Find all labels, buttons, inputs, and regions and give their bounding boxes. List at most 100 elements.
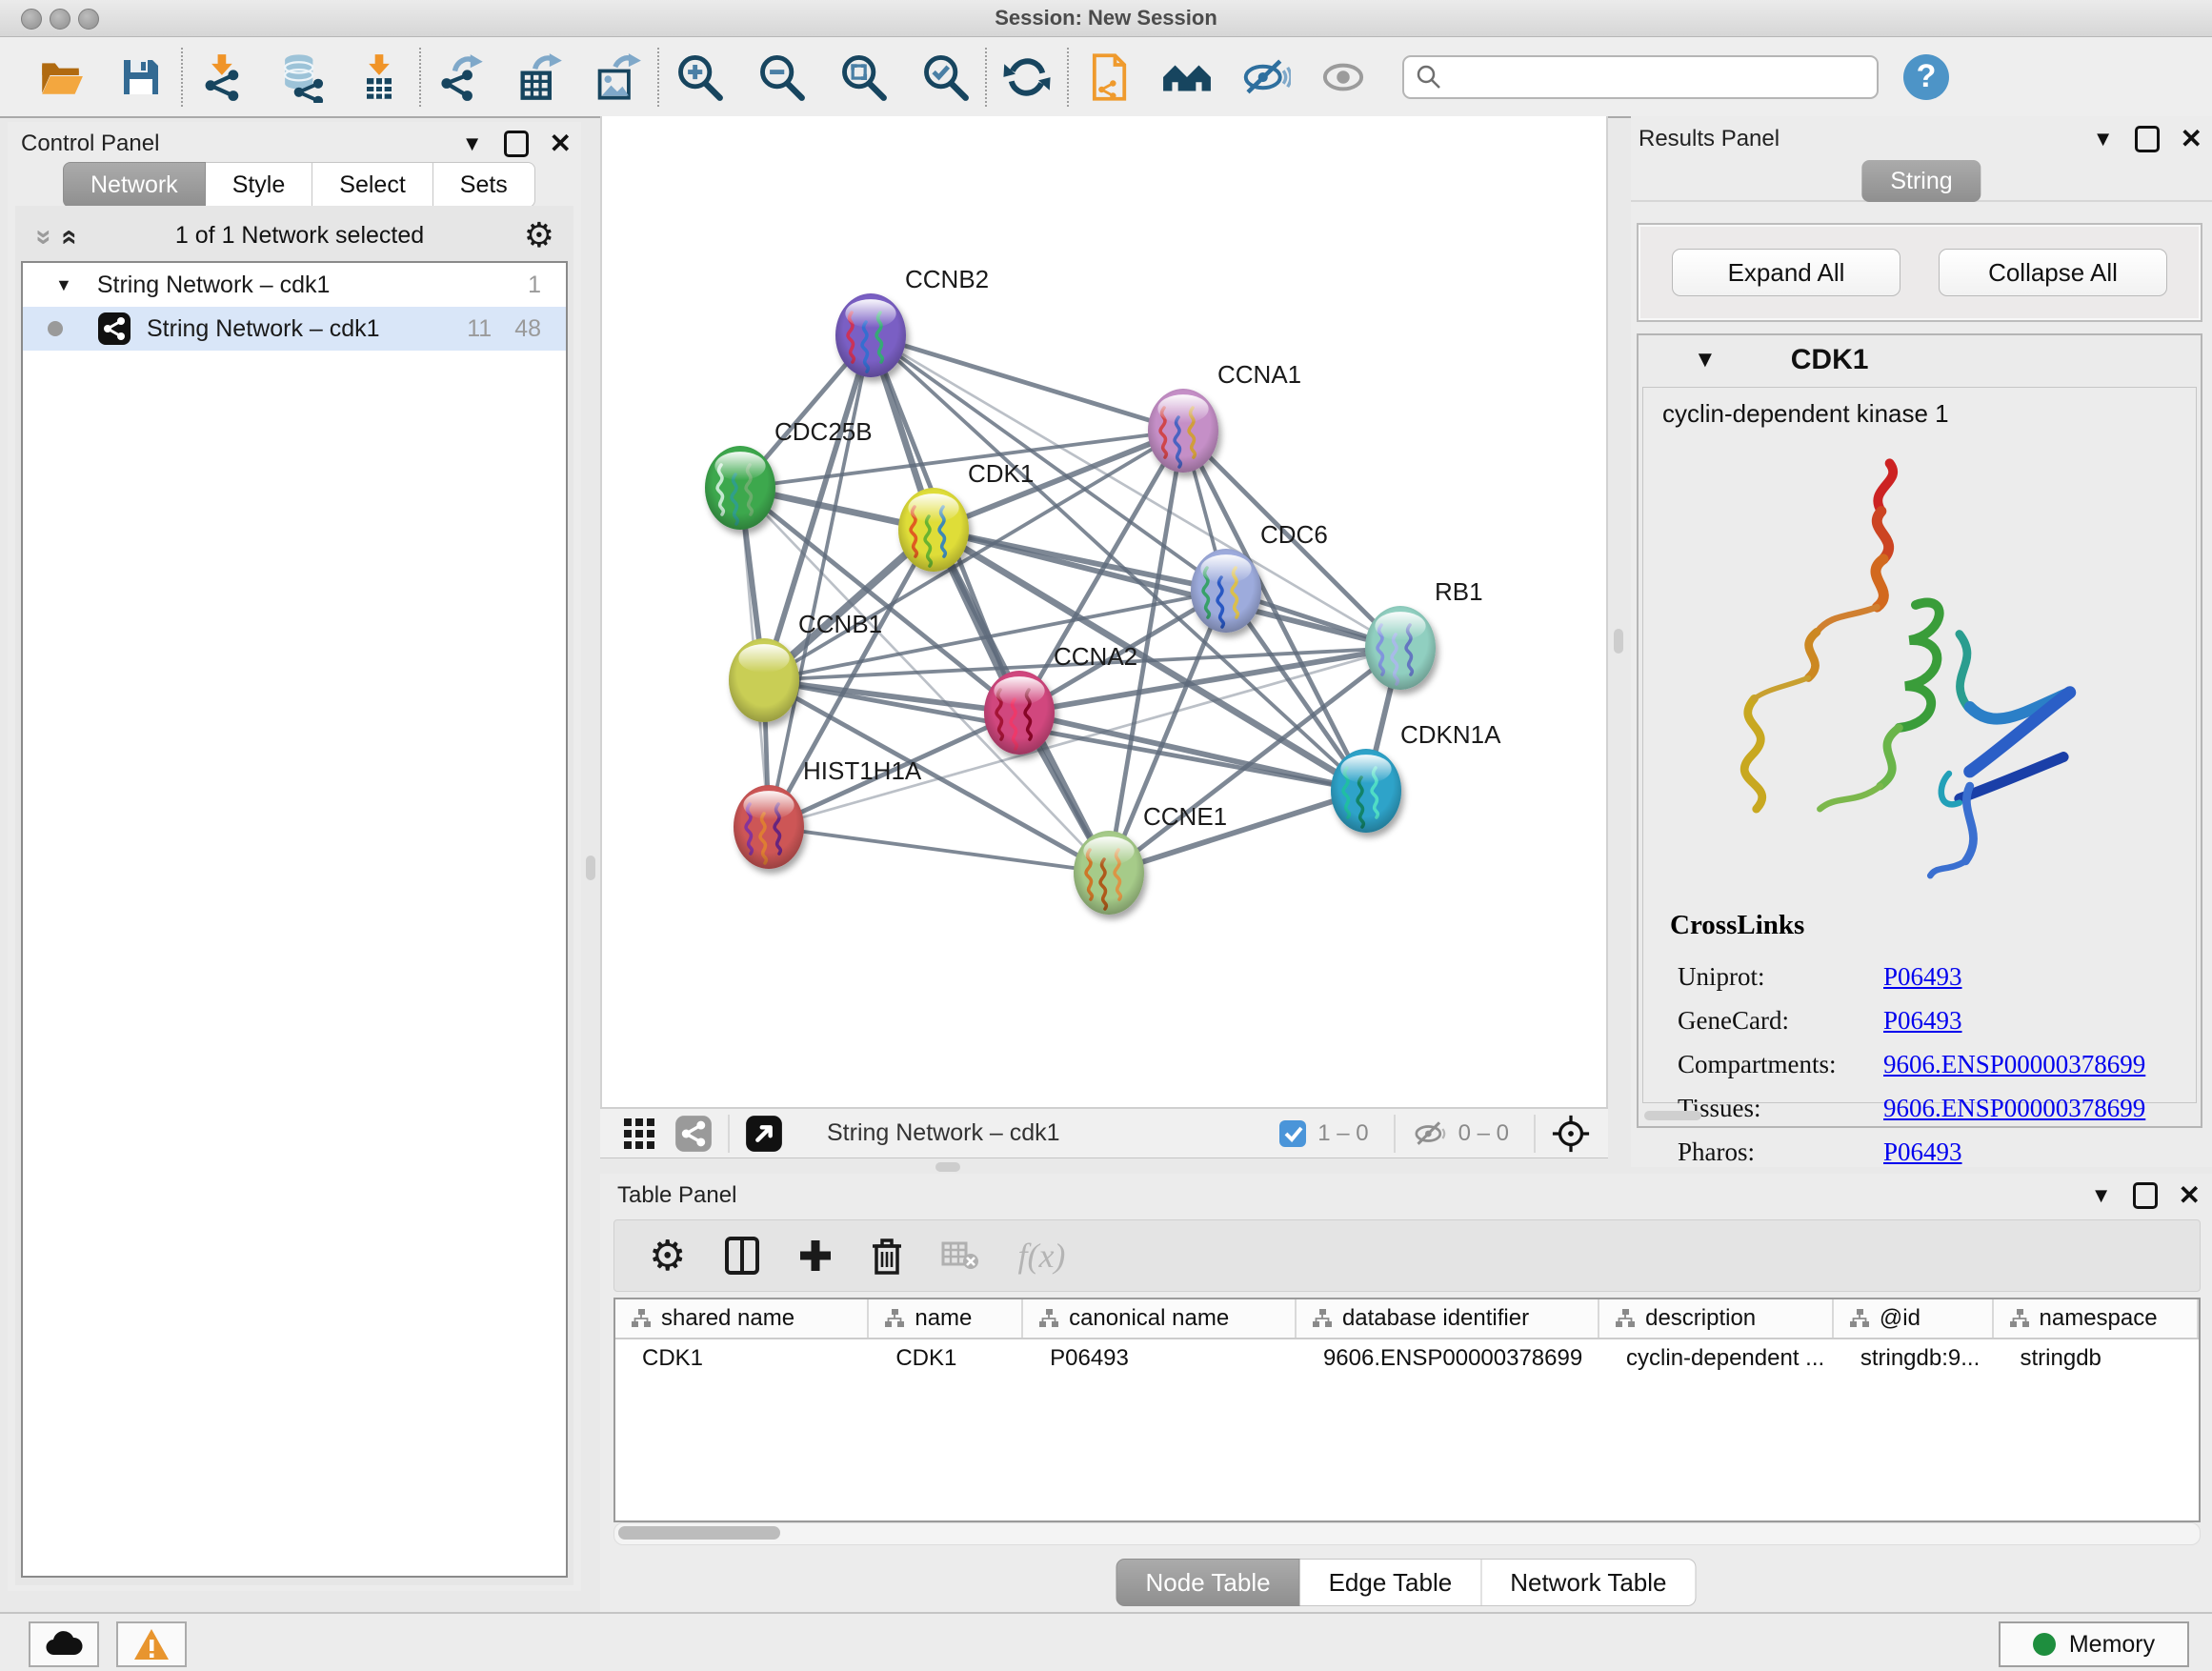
table-cell[interactable]: stringdb <box>1994 1339 2200 1378</box>
selected-checkbox-icon[interactable] <box>1277 1118 1308 1149</box>
help-button[interactable]: ? <box>1903 54 1949 100</box>
crosslink-link[interactable]: 9606.ENSP00000378699 <box>1883 1094 2145 1123</box>
tab-string[interactable]: String <box>1861 160 1981 202</box>
node-CCNA1[interactable]: CCNA1 <box>1148 360 1301 473</box>
control-panel-menu-icon[interactable]: ▼ <box>462 131 483 156</box>
column-header-database-identifier[interactable]: database identifier <box>1297 1299 1599 1338</box>
birdseye-view-icon[interactable] <box>745 1115 783 1153</box>
column-header-at-id[interactable]: @id <box>1834 1299 1994 1338</box>
crosslink-link[interactable]: 9606.ENSP00000378699 <box>1883 1050 2145 1079</box>
results-panel-menu-icon[interactable]: ▼ <box>2093 127 2114 151</box>
save-session-button[interactable] <box>114 50 168 104</box>
search-input[interactable] <box>1402 55 1879 99</box>
string-view-icon[interactable] <box>674 1115 713 1153</box>
publications-button[interactable] <box>1082 50 1136 104</box>
column-header-shared-name[interactable]: shared name <box>615 1299 869 1338</box>
refresh-layout-button[interactable] <box>1000 50 1054 104</box>
network-graph[interactable]: CCNB2CCNA1CDC25BCDK1CDC6RB1CCNB1CCNA2CDK… <box>602 116 1606 1103</box>
tab-select[interactable]: Select <box>312 162 432 208</box>
column-header-name[interactable]: name <box>869 1299 1023 1338</box>
cloud-button[interactable] <box>29 1621 99 1667</box>
table-cell[interactable]: cyclin-dependent ... <box>1599 1339 1834 1378</box>
column-header-label: database identifier <box>1342 1305 1529 1332</box>
tab-sets[interactable]: Sets <box>433 162 535 208</box>
collapse-all-networks-icon[interactable]: « <box>53 230 86 242</box>
protein-entry-header[interactable]: ▼ CDK1 <box>1639 335 2201 385</box>
zoom-selected-button[interactable] <box>918 50 972 104</box>
grid-view-icon[interactable] <box>621 1116 657 1152</box>
refresh-icon <box>1002 52 1052 102</box>
network-collection-row[interactable]: ▼ String Network – cdk1 1 <box>23 263 566 307</box>
string-home-button[interactable] <box>1160 50 1214 104</box>
warnings-button[interactable] <box>116 1621 187 1667</box>
import-network-file-button[interactable] <box>196 50 250 104</box>
node-CDKN1A[interactable]: CDKN1A <box>1331 720 1501 833</box>
zoom-selected-icon <box>920 52 970 102</box>
import-table-button[interactable] <box>352 50 406 104</box>
results-panel-float-icon[interactable] <box>2135 126 2160 152</box>
network-canvas[interactable]: CCNB2CCNA1CDC25BCDK1CDC6RB1CCNB1CCNA2CDK… <box>600 116 1608 1107</box>
edge-CCNB2-CCNA1[interactable] <box>871 335 1183 431</box>
network-row[interactable]: String Network – cdk1 11 48 <box>23 307 566 351</box>
left-splitter-grip[interactable] <box>586 856 595 880</box>
tab-edge-table[interactable]: Edge Table <box>1300 1559 1482 1606</box>
zoom-fit-button[interactable] <box>836 50 890 104</box>
right-splitter-grip[interactable] <box>1614 629 1623 654</box>
hide-glyphs-button[interactable] <box>1238 50 1292 104</box>
table-settings-gear-icon[interactable]: ⚙ <box>649 1232 686 1280</box>
crosshair-icon[interactable] <box>1551 1114 1591 1154</box>
bottom-splitter-grip[interactable] <box>935 1162 960 1172</box>
memory-button[interactable]: Memory <box>1999 1621 2189 1667</box>
expand-all-button[interactable]: Expand All <box>1672 249 1900 296</box>
control-panel-close-icon[interactable]: ✕ <box>550 131 572 157</box>
table-cell[interactable]: CDK1 <box>615 1339 869 1378</box>
delete-column-trash-icon[interactable] <box>871 1237 903 1275</box>
table-cell[interactable]: stringdb:9... <box>1834 1339 1994 1378</box>
column-header-canonical-name[interactable]: canonical name <box>1023 1299 1297 1338</box>
add-column-icon[interactable] <box>798 1238 833 1273</box>
table-panel-float-icon[interactable] <box>2133 1182 2158 1209</box>
collection-expander-icon[interactable]: ▼ <box>55 275 72 295</box>
table-panel-close-icon[interactable]: ✕ <box>2179 1182 2201 1209</box>
column-header-description[interactable]: description <box>1599 1299 1834 1338</box>
network-options-gear-icon[interactable]: ⚙ <box>524 215 554 255</box>
tab-node-table[interactable]: Node Table <box>1116 1559 1300 1606</box>
export-table-button[interactable] <box>513 50 566 104</box>
entry-collapse-icon[interactable]: ▼ <box>1694 347 1717 373</box>
crosslink-row: Tissues:9606.ENSP00000378699 <box>1678 1086 2177 1130</box>
collapse-all-button[interactable]: Collapse All <box>1939 249 2167 296</box>
node-RB1[interactable]: RB1 <box>1365 577 1483 690</box>
table-cell[interactable]: 9606.ENSP00000378699 <box>1297 1339 1599 1378</box>
tab-network[interactable]: Network <box>63 162 206 208</box>
crosslink-link[interactable]: P06493 <box>1883 1006 1962 1036</box>
title-bar: Session: New Session <box>0 0 2212 37</box>
table-cell[interactable]: CDK1 <box>869 1339 1023 1378</box>
table-row[interactable]: CDK1CDK1P064939606.ENSP00000378699cyclin… <box>615 1339 2199 1378</box>
export-network-button[interactable] <box>434 50 488 104</box>
control-panel-float-icon[interactable] <box>504 131 529 157</box>
table-hscrollbar[interactable] <box>613 1522 2201 1545</box>
zoom-in-button[interactable] <box>673 50 726 104</box>
crosslink-link[interactable]: P06493 <box>1883 962 1962 992</box>
tab-style[interactable]: Style <box>206 162 313 208</box>
zoom-out-button[interactable] <box>754 50 808 104</box>
column-header-namespace[interactable]: namespace <box>1994 1299 2200 1338</box>
edge-CCNB2-RB1[interactable] <box>871 335 1400 648</box>
node-label-CDK1: CDK1 <box>968 459 1034 488</box>
entry-scrollbar-thumb[interactable] <box>1644 1111 1701 1120</box>
results-panel-close-icon[interactable]: ✕ <box>2181 126 2202 152</box>
edge-CCNE1-HIST1H1A[interactable] <box>769 827 1109 873</box>
crosslink-link[interactable]: P06493 <box>1883 1137 1962 1167</box>
node-HIST1H1A[interactable]: HIST1H1A <box>734 756 922 869</box>
table-hscrollbar-thumb[interactable] <box>618 1526 780 1540</box>
table-cell[interactable]: P06493 <box>1023 1339 1297 1378</box>
show-columns-icon[interactable] <box>724 1236 760 1276</box>
export-image-button[interactable] <box>591 50 644 104</box>
tab-network-table[interactable]: Network Table <box>1481 1559 1696 1606</box>
table-panel-menu-icon[interactable]: ▼ <box>2091 1183 2112 1208</box>
open-session-button[interactable] <box>34 50 88 104</box>
edge-CCNA2-CDKN1A[interactable] <box>1019 713 1366 791</box>
import-network-database-button[interactable] <box>274 50 328 104</box>
node-table[interactable]: shared namenamecanonical name database id… <box>613 1298 2201 1522</box>
show-glyphs-button[interactable] <box>1317 50 1370 104</box>
